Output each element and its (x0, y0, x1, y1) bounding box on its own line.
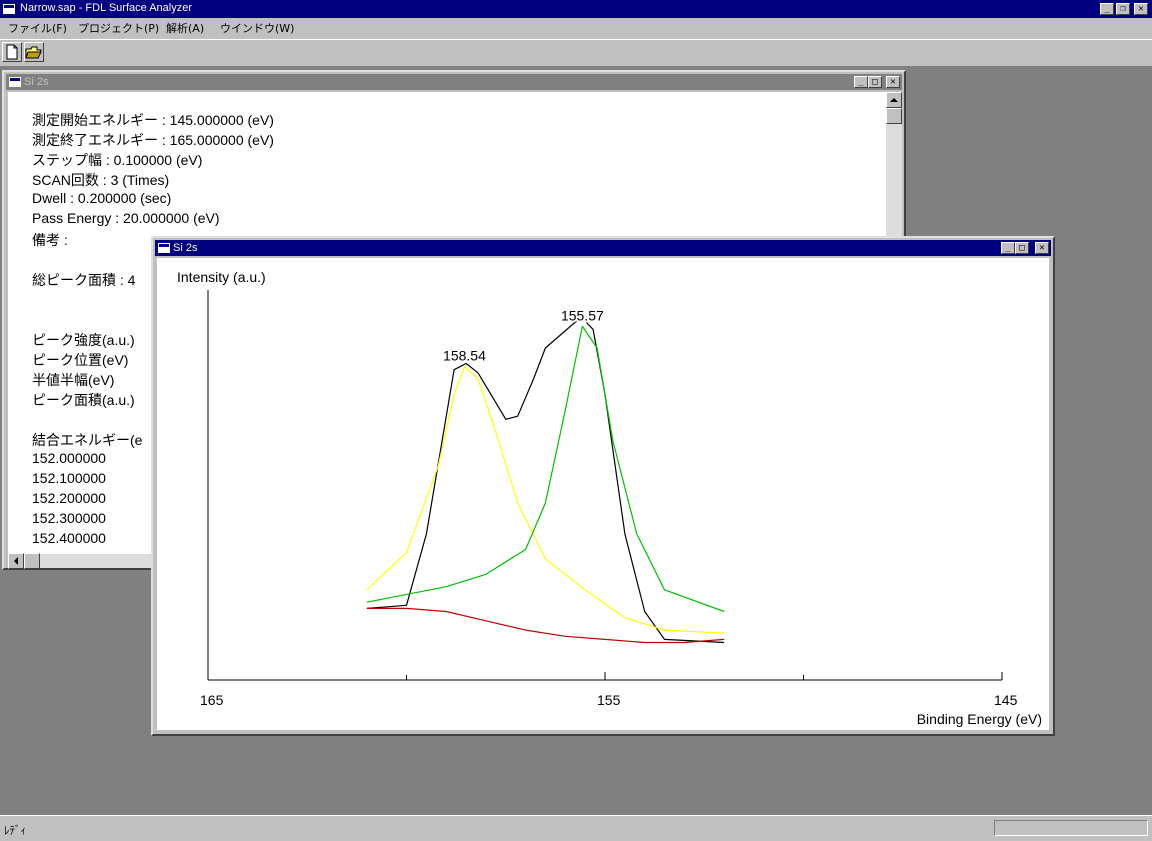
toolbar (0, 39, 1152, 67)
minimize-button[interactable]: _ (1100, 3, 1114, 15)
graph-system-menu-icon[interactable] (158, 243, 170, 253)
hscroll-thumb[interactable] (24, 553, 40, 569)
text-line: 備考 : (32, 232, 68, 248)
text-line: 結合エネルギー(e (32, 432, 143, 448)
series-line-2 (366, 325, 725, 613)
text-line: 測定終了エネルギー : 165.000000 (eV) (32, 132, 274, 148)
app-system-menu-icon[interactable] (3, 4, 15, 14)
menu-window[interactable]: ウインドウ(W) (218, 20, 296, 36)
text-line: 半値半幅(eV) (32, 372, 115, 388)
graph-area[interactable]: 165 155 145 Intensity (a.u.) Binding Energy … (157, 258, 1049, 730)
child-system-menu-icon[interactable] (9, 77, 21, 87)
mdi-client-area: Si 2s _ □ ✕ 測定開始エネルギー : 145.000000 (eV) 測… (0, 67, 1152, 815)
menu-file[interactable]: ファイル(F) (6, 20, 69, 36)
graph-window-caption[interactable]: Si 2s _ □ ✕ (155, 240, 1051, 256)
text-line: 総ピーク面積 : 4 (32, 272, 136, 288)
new-file-button[interactable] (2, 42, 22, 62)
graph-window-title: Si 2s (173, 242, 198, 254)
child-close-button[interactable]: ✕ (886, 76, 900, 88)
status-bar: ﾚﾃﾞｨ (0, 815, 1152, 841)
peak-label: 158.54 (443, 348, 486, 364)
text-line: Pass Energy : 20.000000 (eV) (32, 210, 220, 226)
text-line: Dwell : 0.200000 (sec) (32, 190, 172, 206)
restore-button[interactable]: ❐ (1116, 3, 1130, 15)
text-line: 測定開始エネルギー : 145.000000 (eV) (32, 112, 274, 128)
text-line: 152.400000 (32, 530, 106, 546)
scroll-thumb[interactable] (886, 108, 902, 124)
app-title-bar[interactable]: Narrow.sap - FDL Surface Analyzer _ ❐ ✕ (0, 0, 1152, 18)
status-pane (994, 820, 1148, 836)
menu-bar: ファイル(F) プロジェクト(P) 解析(A) ウインドウ(W) (0, 18, 1152, 38)
graph-minimize-button[interactable]: _ (1001, 242, 1015, 254)
open-folder-button[interactable] (24, 42, 44, 62)
series-line-0 (366, 316, 725, 644)
graph-window[interactable]: Si 2s _ □ ✕ 165 155 145 Intensity (a.u.) Bin… (151, 236, 1055, 736)
graph-maximize-button[interactable]: □ (1015, 242, 1029, 254)
text-line: ステップ幅 : 0.100000 (eV) (32, 152, 203, 168)
new-file-icon (6, 44, 18, 60)
close-button[interactable]: ✕ (1134, 3, 1148, 15)
text-line: ピーク面積(a.u.) (32, 392, 135, 408)
child-maximize-button[interactable]: □ (868, 76, 882, 88)
x-tick-label: 145 (994, 692, 1018, 708)
x-tick-label: 165 (200, 692, 224, 708)
x-axis-label: Binding Energy (eV) (917, 711, 1042, 727)
text-line: 152.200000 (32, 490, 106, 506)
menu-project[interactable]: プロジェクト(P) (76, 20, 161, 36)
series-line-3 (366, 607, 725, 644)
status-text: ﾚﾃﾞｨ (4, 824, 26, 837)
peak-label: 155.57 (561, 307, 604, 323)
text-line: 152.100000 (32, 470, 106, 486)
graph-close-button[interactable]: ✕ (1035, 242, 1049, 254)
text-line: 152.000000 (32, 450, 106, 466)
scroll-up-button[interactable] (886, 92, 902, 108)
text-line: 152.300000 (32, 510, 106, 526)
text-line: SCAN回数 : 3 (Times) (32, 172, 170, 188)
menu-analysis[interactable]: 解析(A) (164, 20, 206, 36)
scroll-left-button[interactable] (8, 553, 24, 569)
app-title: Narrow.sap - FDL Surface Analyzer (20, 2, 192, 14)
child-minimize-button[interactable]: _ (854, 76, 868, 88)
y-axis-label: Intensity (a.u.) (177, 269, 266, 285)
xps-spectrum-chart: 165 155 145 Intensity (a.u.) Binding Energy … (177, 269, 1042, 727)
text-window-title: Si 2s (24, 76, 49, 88)
open-folder-icon (25, 46, 42, 59)
x-tick-label: 155 (597, 692, 621, 708)
text-window-caption[interactable]: Si 2s _ □ ✕ (6, 74, 902, 90)
text-line: ピーク強度(a.u.) (32, 332, 135, 348)
text-line: ピーク位置(eV) (32, 352, 129, 368)
